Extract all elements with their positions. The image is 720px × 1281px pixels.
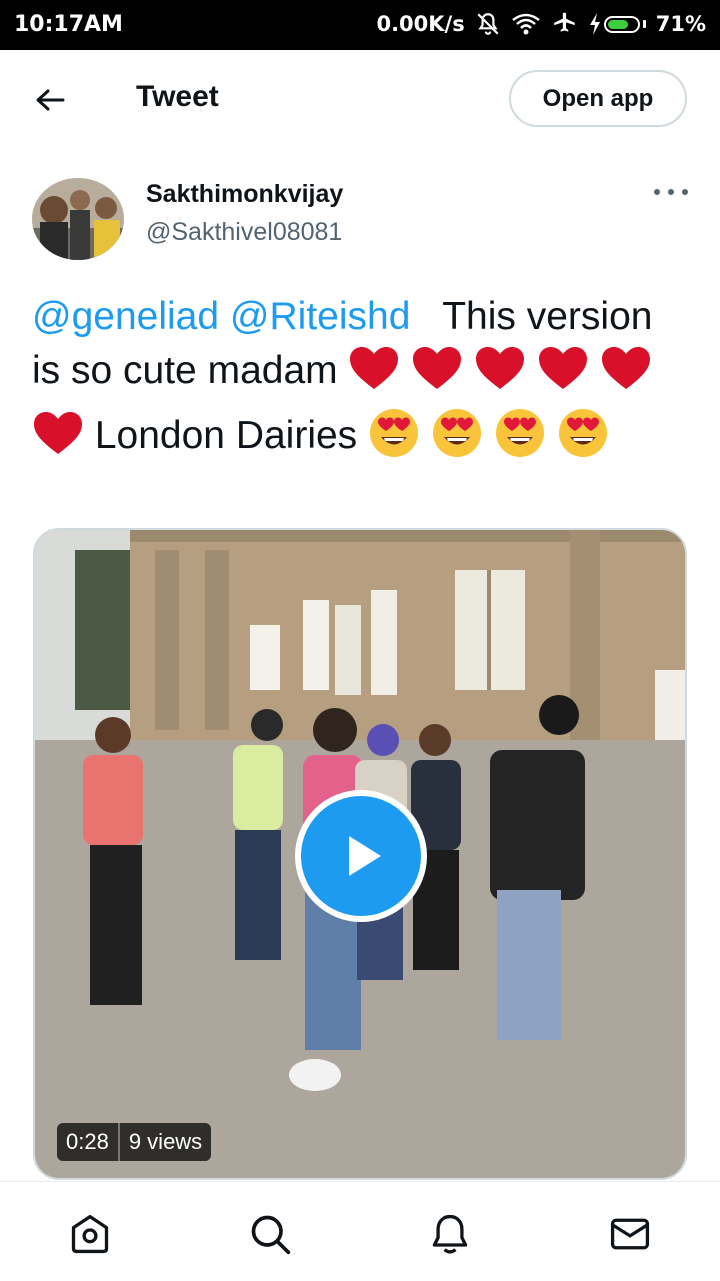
- tweet-text-part: London Dairies: [94, 414, 358, 457]
- tweet-author: Sakthimonkvijay @Sakthivel08081: [32, 178, 692, 268]
- net-speed: 0.00K/s: [376, 12, 465, 36]
- heart-eyes-emoji-icon: [494, 406, 546, 473]
- home-icon[interactable]: [66, 1210, 114, 1258]
- app-header: Tweet Open app: [0, 50, 720, 150]
- airplane-icon: [551, 11, 579, 37]
- bottom-nav: [0, 1181, 720, 1281]
- back-button[interactable]: [30, 82, 70, 118]
- more-icon-dot: [654, 189, 660, 195]
- heart-emoji-icon: [348, 345, 400, 406]
- video-views: 9 views: [128, 1129, 203, 1154]
- video-player[interactable]: 0:28 9 views: [33, 528, 687, 1180]
- heart-eyes-emoji-icon: [368, 406, 420, 473]
- heart-eyes-emoji-icon: [431, 406, 483, 473]
- play-button[interactable]: [295, 790, 427, 922]
- heart-eyes-emoji-icon: [557, 406, 609, 473]
- heart-emoji-icon: [474, 345, 526, 406]
- notifications-icon[interactable]: [426, 1210, 474, 1258]
- battery-percent: 71%: [655, 12, 706, 36]
- play-icon: [349, 836, 381, 876]
- status-right: 0.00K/s 71%: [376, 11, 706, 37]
- display-name[interactable]: Sakthimonkvijay: [146, 180, 343, 209]
- mention-link[interactable]: @geneliad: [32, 295, 219, 338]
- charging-icon: [589, 13, 600, 35]
- wifi-icon: [511, 12, 541, 36]
- search-icon[interactable]: [246, 1210, 294, 1258]
- video-duration: 0:28: [66, 1129, 109, 1154]
- page-title: Tweet: [136, 80, 219, 113]
- heart-emoji-icon: [537, 345, 589, 406]
- status-time: 10:17AM: [14, 12, 123, 37]
- heart-emoji-icon: [32, 410, 84, 471]
- messages-icon[interactable]: [606, 1210, 654, 1258]
- tweet-text: @geneliad @Riteishd This version is so c…: [32, 290, 682, 473]
- heart-emoji-icon: [600, 345, 652, 406]
- battery-icon: [589, 13, 646, 35]
- mute-icon: [475, 11, 501, 37]
- heart-emoji-icon: [411, 345, 463, 406]
- mention-link[interactable]: @Riteishd: [230, 295, 411, 338]
- more-options-button[interactable]: [654, 184, 688, 200]
- arrow-left-icon: [36, 89, 65, 111]
- open-app-button[interactable]: Open app: [509, 70, 687, 127]
- video-meta-badge: 0:28 9 views: [57, 1123, 212, 1161]
- user-handle[interactable]: @Sakthivel08081: [146, 218, 342, 247]
- status-bar: 10:17AM 0.00K/s 71%: [0, 0, 720, 50]
- avatar[interactable]: [32, 178, 124, 260]
